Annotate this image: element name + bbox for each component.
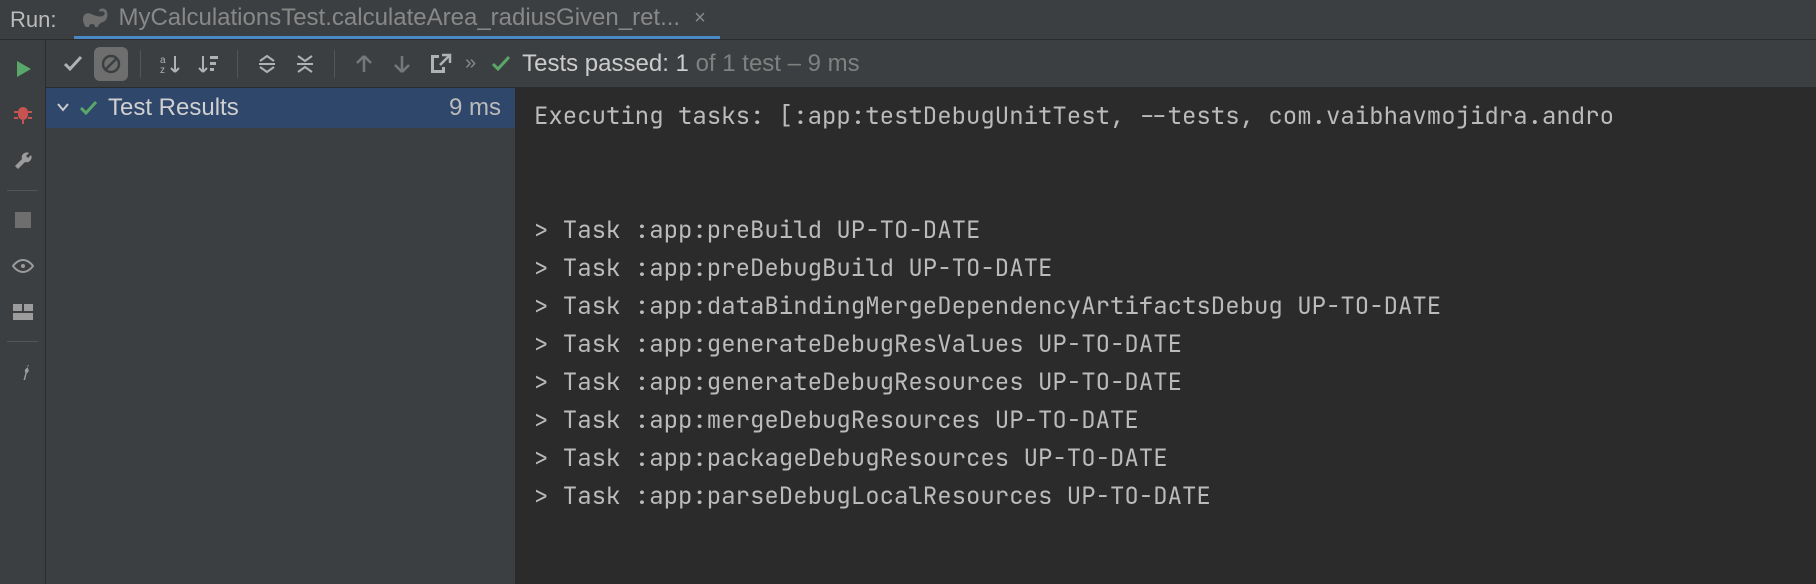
svg-text:z: z xyxy=(160,65,165,75)
console-output[interactable]: Executing tasks: [:app:testDebugUnitTest… xyxy=(516,88,1816,584)
expand-all-icon[interactable] xyxy=(250,47,284,81)
check-icon[interactable] xyxy=(56,47,90,81)
wrench-icon[interactable] xyxy=(8,146,38,176)
debug-icon[interactable] xyxy=(8,100,38,130)
sort-alpha-icon[interactable]: az xyxy=(153,47,187,81)
test-toolbar: az xyxy=(46,40,1816,88)
chevron-down-icon xyxy=(56,100,70,114)
run-tab-bar: Run: MyCalculationsTest.calculateArea_ra… xyxy=(0,0,1816,40)
collapse-all-icon[interactable] xyxy=(288,47,322,81)
close-icon[interactable]: × xyxy=(694,7,706,30)
pin-icon[interactable] xyxy=(8,356,38,386)
export-icon[interactable] xyxy=(423,47,457,81)
layout-icon[interactable] xyxy=(8,297,38,327)
status-count: 1 xyxy=(676,50,689,77)
status-check-icon xyxy=(490,53,512,75)
run-config-tab[interactable]: MyCalculationsTest.calculateArea_radiusG… xyxy=(74,0,719,39)
block-icon[interactable] xyxy=(94,47,128,81)
stop-icon[interactable] xyxy=(8,205,38,235)
tree-root-label: Test Results xyxy=(108,94,239,122)
visibility-icon[interactable] xyxy=(8,251,38,281)
check-icon xyxy=(78,98,98,118)
left-icon-strip xyxy=(0,40,46,584)
tree-root-row[interactable]: Test Results 9 ms xyxy=(46,88,515,128)
test-tree-panel: Test Results 9 ms xyxy=(46,88,516,584)
tab-title: MyCalculationsTest.calculateArea_radiusG… xyxy=(118,4,680,32)
more-actions-icon[interactable]: » xyxy=(461,52,480,75)
run-icon[interactable] xyxy=(8,54,38,84)
arrow-down-icon[interactable] xyxy=(385,47,419,81)
tree-root-time: 9 ms xyxy=(449,94,501,122)
gradle-icon xyxy=(82,8,108,28)
run-label: Run: xyxy=(10,7,56,33)
status-prefix: Tests passed: xyxy=(522,50,669,77)
status-suffix: of 1 test – 9 ms xyxy=(696,50,860,77)
arrow-up-icon[interactable] xyxy=(347,47,381,81)
test-status-text: Tests passed: 1 of 1 test – 9 ms xyxy=(522,50,860,78)
sort-time-icon[interactable] xyxy=(191,47,225,81)
